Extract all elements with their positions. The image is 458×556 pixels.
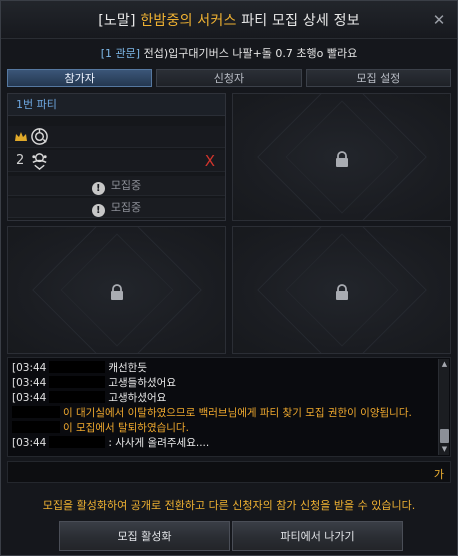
chat-input[interactable]: 가: [7, 461, 451, 483]
activate-recruit-button[interactable]: 모집 활성화: [59, 521, 230, 551]
locked-party-slot: [7, 226, 226, 354]
party-header: 1번 파티: [8, 94, 225, 116]
title-suffix: 파티 모집 상세 정보: [241, 12, 360, 29]
scrollbar-thumb[interactable]: [440, 429, 449, 443]
chat-timestamp: [03:44: [12, 377, 47, 389]
recruit-description: [1 관문] 전섭)입구대기버스 나팔+돌 0.7 초행o 빨라요: [1, 45, 457, 63]
chat-timestamp: [03:44: [12, 362, 47, 374]
tab-participants[interactable]: 참가자: [7, 69, 153, 87]
class-emblem-icon: [31, 128, 48, 145]
tab-bar: 참가자 신청자 모집 설정: [7, 69, 451, 87]
locked-party-slot: [232, 93, 451, 221]
lock-icon: [335, 151, 348, 167]
redacted-name: [49, 361, 106, 373]
lock-icon: [335, 284, 348, 300]
scroll-up-icon[interactable]: ▲: [440, 360, 449, 369]
chat-message: [03:44 고생하셨어요: [12, 391, 166, 405]
chat-message: [03:44 고생들하셨어요: [12, 376, 176, 390]
recruiting-label: 모집중: [110, 179, 142, 192]
kick-member-button[interactable]: X: [205, 152, 215, 170]
locked-party-slot: [232, 226, 451, 354]
party-member-row[interactable]: [8, 126, 225, 148]
title-bar: [노말] 한밤중의 서커스 파티 모집 상세 정보 ✕: [1, 1, 457, 39]
exclamation-icon: !: [91, 204, 105, 217]
redacted-name: [49, 436, 106, 448]
chat-timestamp: [03:44: [12, 437, 47, 449]
gate-label: [1 관문]: [100, 47, 141, 60]
chat-text: 고생하셨어요: [108, 392, 167, 404]
party-slot-grid: 1번 파티 2 X ! 모집중 ! 모집중: [7, 93, 451, 354]
redacted-name: [49, 376, 106, 388]
chat-scrollbar[interactable]: ▲ ▼: [438, 359, 449, 455]
member-slot-number: 2: [16, 153, 25, 168]
chat-log[interactable]: [03:44 캐선한듯 [03:44 고생들하셨어요 [03:44 고생하셨어요 이 …: [7, 357, 451, 457]
lock-icon: [110, 284, 123, 300]
party-leader-crown-icon: [15, 132, 27, 141]
recruiting-slot: ! 모집중: [8, 198, 225, 218]
redacted-name: [12, 421, 60, 433]
recruiting-slot: ! 모집중: [8, 176, 225, 196]
close-button[interactable]: ✕: [429, 10, 449, 30]
window-title: [노말] 한밤중의 서커스 파티 모집 상세 정보: [98, 10, 360, 30]
party-slot-1: 1번 파티 2 X ! 모집중 ! 모집중: [7, 93, 226, 221]
redacted-name: [12, 406, 60, 418]
recruiting-label: 모집중: [110, 201, 142, 214]
exclamation-icon: !: [91, 182, 105, 195]
input-language-indicator: 가: [433, 468, 444, 481]
tab-applicants[interactable]: 신청자: [156, 69, 302, 87]
title-difficulty: [노말]: [98, 12, 136, 29]
recruit-text: 전섭)입구대기버스 나팔+돌 0.7 초행o 빨라요: [143, 47, 358, 60]
chat-message: [03:44 캐선한듯: [12, 361, 147, 375]
party-member-row[interactable]: 2 X: [8, 150, 225, 172]
party-recruit-detail-window: [노말] 한밤중의 서커스 파티 모집 상세 정보 ✕ [1 관문] 전섭)입구…: [0, 0, 458, 556]
system-text: 이 대기실에서 이탈하였으므로 백러브님에게 파티 찾기 모집 권한이 이양됩니…: [63, 407, 412, 419]
system-message: 이 모집에서 탈퇴하였습니다.: [12, 421, 189, 435]
redacted-name: [49, 391, 106, 403]
chat-text: 고생들하셨어요: [108, 377, 176, 389]
class-emblem-icon: [32, 153, 47, 170]
chat-message: [03:44 : 사사게 올려주세요....: [12, 436, 209, 450]
chat-text: 캐선한듯: [108, 362, 147, 374]
system-message: 이 대기실에서 이탈하였으므로 백러브님에게 파티 찾기 모집 권한이 이양됩니…: [12, 406, 412, 420]
title-raid-name: 한밤중의 서커스: [140, 12, 237, 29]
scroll-down-icon[interactable]: ▼: [440, 445, 449, 454]
chat-timestamp: [03:44: [12, 392, 47, 404]
chat-text: : 사사게 올려주세요....: [108, 437, 210, 449]
recruit-notice: 모집을 활성화하여 공개로 전환하고 다른 신청자의 참가 신청을 받을 수 있…: [42, 499, 416, 512]
system-text: 이 모집에서 탈퇴하였습니다.: [63, 422, 189, 434]
leave-party-button[interactable]: 파티에서 나가기: [232, 521, 403, 551]
tab-recruit-settings[interactable]: 모집 설정: [305, 69, 451, 87]
